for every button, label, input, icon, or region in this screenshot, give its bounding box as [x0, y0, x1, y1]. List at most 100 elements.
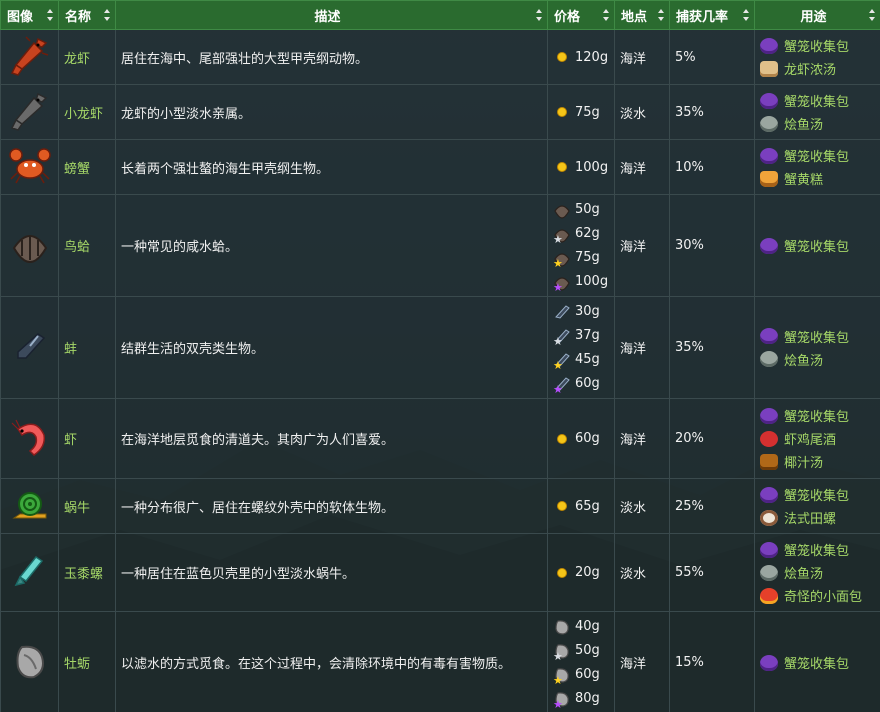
- oyster-quality-icon: ★: [553, 666, 571, 686]
- price-entry: ★ 100g: [553, 271, 609, 294]
- item-name[interactable]: 虾: [58, 398, 116, 479]
- item-name[interactable]: 牡蛎: [58, 611, 116, 712]
- column-header-image[interactable]: 图像: [0, 0, 59, 30]
- location-text: 淡水: [620, 500, 647, 516]
- chance-text: 35%: [675, 104, 704, 120]
- item-price-cell: 65g: [547, 478, 615, 534]
- column-header-name[interactable]: 名称: [58, 0, 116, 30]
- item-catch-chance: 35%: [669, 84, 755, 140]
- item-name[interactable]: 螃蟹: [58, 139, 116, 195]
- use-link[interactable]: 蟹笼收集包: [760, 36, 875, 55]
- price-value: 75g: [575, 250, 600, 265]
- use-link[interactable]: 蟹笼收集包: [760, 485, 875, 504]
- item-description: 一种居住在蓝色贝壳里的小型淡水蜗牛。: [115, 533, 548, 612]
- use-link[interactable]: 蟹笼收集包: [760, 653, 875, 672]
- crab-pot-icon: [760, 147, 778, 164]
- use-link[interactable]: 蟹笼收集包: [760, 146, 875, 165]
- item-name[interactable]: 玉黍螺: [58, 533, 116, 612]
- price-value: 40g: [575, 619, 600, 634]
- use-label: 蟹笼收集包: [784, 544, 850, 559]
- use-link[interactable]: 奇怪的小面包: [760, 586, 875, 605]
- item-location: 淡水: [614, 84, 670, 140]
- column-header-location[interactable]: 地点: [614, 0, 670, 30]
- item-name-link[interactable]: 蚌: [64, 342, 77, 357]
- shrimp-icon[interactable]: [8, 419, 52, 463]
- use-label: 虾鸡尾酒: [784, 433, 837, 448]
- gold-coin-icon: [553, 158, 571, 176]
- item-name[interactable]: 小龙虾: [58, 84, 116, 140]
- periwinkle-icon[interactable]: [8, 555, 52, 597]
- item-image-cell: [0, 533, 59, 612]
- item-name-link[interactable]: 牡蛎: [64, 657, 90, 672]
- column-header-uses[interactable]: 用途: [754, 0, 880, 30]
- item-catch-chance: 25%: [669, 478, 755, 534]
- use-link[interactable]: 烩鱼汤: [760, 563, 875, 582]
- use-link[interactable]: 虾鸡尾酒: [760, 429, 875, 448]
- item-name-link[interactable]: 小龙虾: [64, 107, 103, 122]
- item-price-cell: 60g: [547, 398, 615, 479]
- table-row: 蚌 结群生活的双壳类生物。 30g ★ 37g ★ 45g ★ 60g 海洋 35% 蟹笼收集包 烩鱼汤: [0, 296, 880, 399]
- use-link[interactable]: 蟹笼收集包: [760, 327, 875, 346]
- use-link[interactable]: 蟹笼收集包: [760, 406, 875, 425]
- price-value: 100g: [575, 274, 609, 289]
- item-name[interactable]: 蚌: [58, 296, 116, 399]
- table-row: 龙虾 居住在海中、尾部强壮的大型甲壳纲动物。 120g 海洋 5% 蟹笼收集包 龙虾浓汤: [0, 29, 880, 85]
- column-header-price[interactable]: 价格: [547, 0, 615, 30]
- price-entry: 30g: [553, 301, 609, 322]
- cockle-icon[interactable]: [8, 234, 52, 270]
- item-uses-cell: 蟹笼收集包 烩鱼汤: [754, 296, 880, 399]
- item-name[interactable]: 龙虾: [58, 29, 116, 85]
- use-link[interactable]: 蟹笼收集包: [760, 91, 875, 110]
- lobster-icon[interactable]: [8, 36, 52, 81]
- use-label: 奇怪的小面包: [784, 590, 863, 605]
- item-name-link[interactable]: 玉黍螺: [64, 567, 103, 582]
- chance-text: 55%: [675, 565, 704, 580]
- location-text: 海洋: [620, 342, 647, 357]
- price-value: 50g: [575, 202, 600, 217]
- item-name-link[interactable]: 虾: [64, 433, 77, 448]
- use-label: 蟹黄糕: [784, 173, 824, 188]
- crab-icon[interactable]: [8, 148, 52, 191]
- use-link[interactable]: 烩鱼汤: [760, 350, 875, 369]
- sort-icon: [658, 9, 665, 21]
- item-uses-cell: 蟹笼收集包 龙虾浓汤: [754, 29, 880, 85]
- snail-icon[interactable]: [8, 492, 52, 530]
- item-catch-chance: 15%: [669, 611, 755, 712]
- use-label: 蟹笼收集包: [784, 410, 850, 425]
- use-link[interactable]: 蟹黄糕: [760, 169, 875, 188]
- item-catch-chance: 35%: [669, 296, 755, 399]
- header-row: 图像 名称 描述 价格 地点 捕获几率 用途: [0, 0, 880, 30]
- column-header-description[interactable]: 描述: [115, 0, 548, 30]
- use-link[interactable]: 蟹笼收集包: [760, 236, 875, 255]
- use-link[interactable]: 龙虾浓汤: [760, 59, 875, 78]
- price-value: 120g: [575, 49, 609, 65]
- sort-icon: [869, 9, 876, 21]
- column-header-chance[interactable]: 捕获几率: [669, 0, 755, 30]
- gold-coin-icon: [553, 564, 571, 582]
- item-name[interactable]: 鸟蛤: [58, 194, 116, 297]
- description-text: 一种常见的咸水蛤。: [121, 240, 239, 255]
- use-link[interactable]: 法式田螺: [760, 508, 875, 527]
- item-location: 海洋: [614, 29, 670, 85]
- location-text: 海洋: [620, 51, 647, 67]
- mussel-quality-icon: ★: [553, 327, 571, 347]
- use-link[interactable]: 椰汁汤: [760, 452, 875, 471]
- oyster-icon[interactable]: [8, 645, 52, 687]
- use-label: 烩鱼汤: [784, 567, 824, 582]
- item-name-link[interactable]: 鸟蛤: [64, 240, 90, 255]
- use-link[interactable]: 蟹笼收集包: [760, 540, 875, 559]
- use-link[interactable]: 烩鱼汤: [760, 114, 875, 133]
- table-row: 虾 在海洋地层觅食的清道夫。其肉广为人们喜爱。 60g 海洋 20% 蟹笼收集包 虾鸡尾酒椰…: [0, 398, 880, 479]
- item-name-link[interactable]: 蜗牛: [64, 501, 90, 516]
- strange-bun-icon: [760, 587, 778, 604]
- gold-coin-icon: [553, 48, 571, 66]
- iridium-star-icon: ★: [553, 280, 563, 294]
- item-name-link[interactable]: 龙虾: [64, 52, 90, 67]
- item-name[interactable]: 蜗牛: [58, 478, 116, 534]
- item-image-cell: [0, 296, 59, 399]
- table-row: 玉黍螺 一种居住在蓝色贝壳里的小型淡水蜗牛。 20g 淡水 55% 蟹笼收集包 烩鱼汤 奇怪的…: [0, 533, 880, 612]
- item-name-link[interactable]: 螃蟹: [64, 162, 90, 177]
- mussel-icon[interactable]: [8, 332, 52, 372]
- coconut-soup-icon: [760, 453, 778, 470]
- crayfish-icon[interactable]: [8, 92, 52, 136]
